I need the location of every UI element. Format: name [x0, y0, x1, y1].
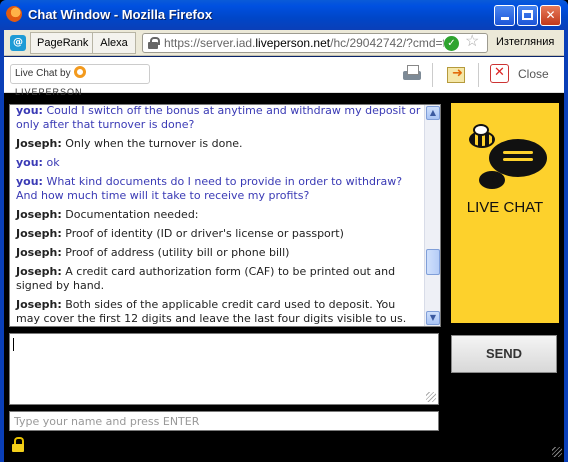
url-prefix: https://server.iad.	[164, 36, 256, 50]
check-icon[interactable]: ✓	[444, 36, 459, 51]
message-textarea[interactable]	[10, 334, 438, 404]
message-sender: Joseph:	[16, 208, 62, 221]
window-resize-grip[interactable]	[552, 447, 562, 457]
chat-message: you: ok	[16, 156, 422, 170]
message-sender: you:	[16, 104, 43, 117]
transcript-scrollbar[interactable]: ▲ ▼	[424, 105, 440, 326]
message-text: Only when the turnover is done.	[65, 137, 243, 150]
minimize-button[interactable]	[494, 5, 515, 26]
url-text: https://server.iad.liveperson.net/hc/290…	[164, 34, 444, 52]
visitor-name-input[interactable]	[10, 412, 438, 430]
message-sender: Joseph:	[16, 265, 62, 278]
close-chat-button[interactable]: Close	[518, 67, 549, 81]
star-icon[interactable]: ☆	[465, 34, 479, 51]
toolbar-addon-icon[interactable]: @	[10, 35, 26, 51]
message-list: you: Could I switch off the bonus at any…	[16, 104, 422, 326]
chat-transcript[interactable]: you: Could I switch off the bonus at any…	[9, 104, 441, 327]
message-sender: Joseph:	[16, 246, 62, 259]
message-sender: Joseph:	[16, 227, 62, 240]
chat-message: Joseph: Proof of address (utility bill o…	[16, 246, 422, 260]
textarea-resize-grip[interactable]	[426, 392, 436, 402]
navigation-toolbar: @ PageRank Alexa https://server.iad.live…	[4, 30, 564, 56]
alexa-button[interactable]: Alexa	[92, 32, 136, 54]
print-button[interactable]	[400, 63, 424, 85]
maximize-icon	[522, 10, 533, 20]
address-bar[interactable]: https://server.iad.liveperson.net/hc/290…	[142, 33, 488, 53]
title-bar[interactable]: Chat Window - Mozilla Firefox ✕	[0, 0, 568, 30]
window-frame-right	[564, 30, 568, 462]
chat-message: Joseph: Only when the turnover is done.	[16, 137, 422, 151]
url-domain: liveperson.net	[255, 36, 331, 50]
chat-bubble-icon	[489, 139, 547, 177]
close-icon: ✕	[545, 8, 556, 22]
message-text: What kind documents do I need to provide…	[16, 175, 403, 202]
chat-message: Joseph: Both sides of the applicable cre…	[16, 298, 422, 326]
scroll-thumb[interactable]	[426, 249, 440, 275]
badge-prefix: Live Chat by	[15, 68, 71, 79]
scroll-up-button[interactable]: ▲	[426, 106, 440, 120]
chat-toolbar: Live Chat by LIVEPERSON ✕ Close	[4, 57, 564, 97]
scroll-down-button[interactable]: ▼	[426, 311, 440, 325]
message-text: Could I switch off the bonus at anytime …	[16, 104, 421, 131]
chat-message: you: What kind documents do I need to pr…	[16, 175, 422, 203]
maximize-button[interactable]	[517, 5, 538, 26]
save-transcript-button[interactable]	[444, 63, 468, 85]
window-title: Chat Window - Mozilla Firefox	[28, 7, 213, 22]
message-text: Proof of address (utility bill or phone …	[65, 246, 290, 259]
message-text: ok	[46, 156, 60, 169]
chat-message: Joseph: A credit card authorization form…	[16, 265, 422, 293]
minimize-icon	[500, 17, 509, 20]
send-button[interactable]: SEND	[451, 335, 557, 373]
message-sender: Joseph:	[16, 137, 62, 150]
url-suffix: /hc/29042742/?cmd=file	[330, 36, 444, 50]
message-input[interactable]	[9, 333, 439, 405]
message-sender: you:	[16, 175, 43, 188]
badge-brand: LIVEPERSON	[15, 87, 83, 97]
text-caret	[13, 338, 14, 351]
downloads-link[interactable]: Изтегляния	[496, 36, 554, 48]
message-sender: you:	[16, 156, 43, 169]
liveperson-badge[interactable]: Live Chat by LIVEPERSON	[10, 64, 150, 97]
chat-page: Live Chat by LIVEPERSON ✕ Close you: Coul…	[4, 57, 564, 462]
live-chat-banner[interactable]: LIVE CHAT	[451, 103, 559, 323]
pagerank-button[interactable]: PageRank	[30, 32, 96, 54]
bee-icon	[467, 124, 495, 148]
message-text: A credit card authorization form (CAF) t…	[16, 265, 396, 292]
toolbar-divider	[478, 63, 479, 87]
toolbar-divider	[432, 63, 433, 87]
close-chat-icon[interactable]: ✕	[490, 64, 509, 83]
secure-lock-icon	[12, 437, 24, 453]
browser-window: Chat Window - Mozilla Firefox ✕ @ PageRa…	[0, 0, 568, 462]
liveperson-logo-icon	[73, 66, 86, 79]
message-text: Proof of identity (ID or driver's licens…	[65, 227, 344, 240]
message-sender: Joseph:	[16, 298, 62, 311]
window-close-button[interactable]: ✕	[540, 5, 561, 26]
banner-label: LIVE CHAT	[466, 199, 544, 216]
message-text: Documentation needed:	[65, 208, 199, 221]
lock-icon	[148, 37, 160, 49]
chat-message: Joseph: Proof of identity (ID or driver'…	[16, 227, 422, 241]
message-text: Both sides of the applicable credit card…	[16, 298, 407, 325]
firefox-icon	[6, 6, 22, 22]
chat-message: Joseph: Documentation needed:	[16, 208, 422, 222]
visitor-name-field[interactable]	[9, 411, 439, 431]
chat-message: you: Could I switch off the bonus at any…	[16, 104, 422, 132]
